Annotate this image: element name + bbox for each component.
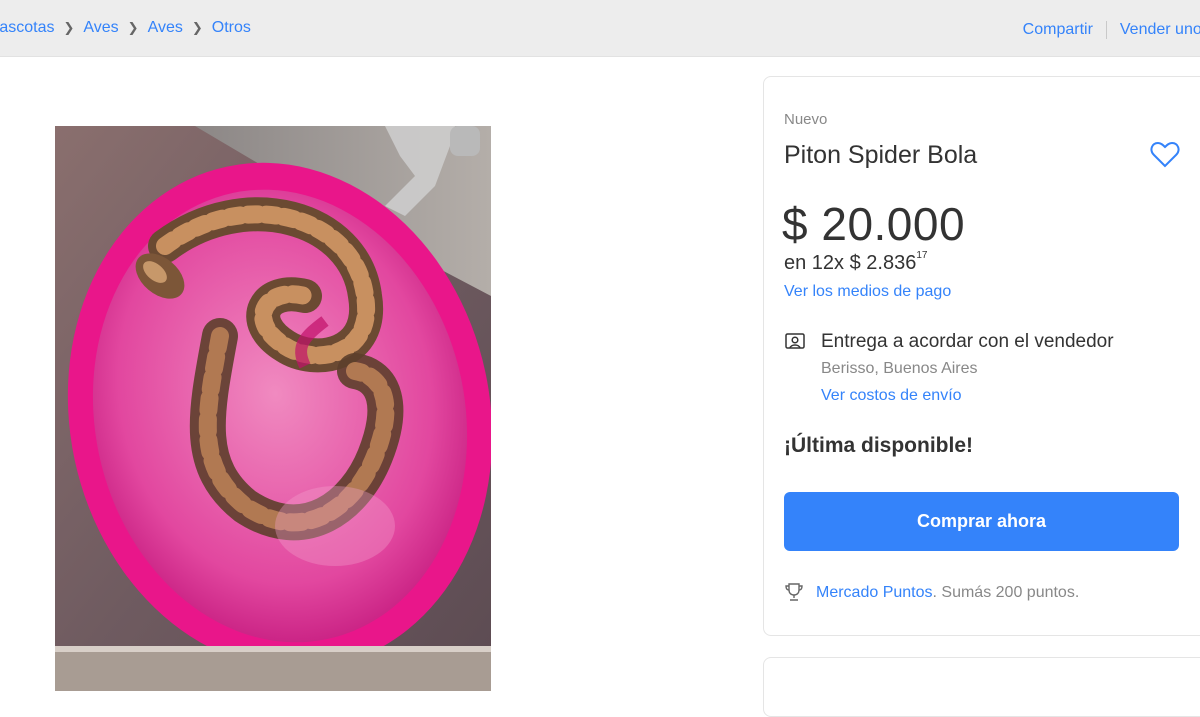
divider (1105, 21, 1107, 39)
trophy-icon (785, 583, 803, 601)
heart-icon[interactable] (1150, 141, 1180, 169)
installments-amount: en 12x $ 2.836 (784, 252, 917, 274)
points-info: Mercado Puntos. Sumás 200 puntos. (816, 584, 1079, 602)
points-text: . Sumás 200 puntos. (932, 584, 1080, 601)
sell-similar-link[interactable]: Vender uno igual (1120, 21, 1200, 39)
item-title: Piton Spider Bola (784, 141, 978, 169)
chevron-right-icon: ❯ (63, 20, 75, 35)
chevron-right-icon: ❯ (191, 20, 203, 35)
product-photo (55, 126, 491, 691)
secondary-card (763, 657, 1200, 717)
shipping-location: Berisso, Buenos Aires (821, 360, 978, 377)
breadcrumb-item-otros[interactable]: Otros (212, 19, 251, 37)
item-condition: Nuevo (784, 111, 828, 128)
shipping-costs-link[interactable]: Ver costos de envío (821, 387, 962, 405)
payment-methods-link[interactable]: Ver los medios de pago (784, 283, 951, 301)
breadcrumb-item-aves[interactable]: Aves (83, 19, 118, 37)
breadcrumb: Mascotas ❯ Aves ❯ Aves ❯ Otros (0, 19, 251, 37)
item-price: $ 20.000 (782, 198, 966, 250)
shipping-title: Entrega a acordar con el vendedor (821, 331, 1114, 352)
buy-box: Nuevo Piton Spider Bola $ 20.000 en 12x … (763, 76, 1200, 636)
installments-cents: 17 (916, 250, 928, 262)
top-bar: Mascotas ❯ Aves ❯ Aves ❯ Otros Compartir… (0, 0, 1200, 57)
buy-now-button[interactable]: Comprar ahora (784, 492, 1179, 551)
product-image[interactable] (55, 126, 491, 691)
mercado-puntos-link[interactable]: Mercado Puntos (816, 584, 933, 601)
share-link[interactable]: Compartir (1023, 21, 1093, 39)
installments: en 12x $ 2.83617 (784, 250, 928, 275)
stock-status: ¡Última disponible! (784, 434, 973, 457)
shipping-icon (785, 333, 805, 349)
top-actions: Compartir Vender uno igual (1023, 21, 1200, 39)
breadcrumb-item-mascotas[interactable]: Mascotas (0, 19, 54, 37)
chevron-right-icon: ❯ (127, 20, 139, 35)
breadcrumb-item-aves-sub[interactable]: Aves (148, 19, 183, 37)
